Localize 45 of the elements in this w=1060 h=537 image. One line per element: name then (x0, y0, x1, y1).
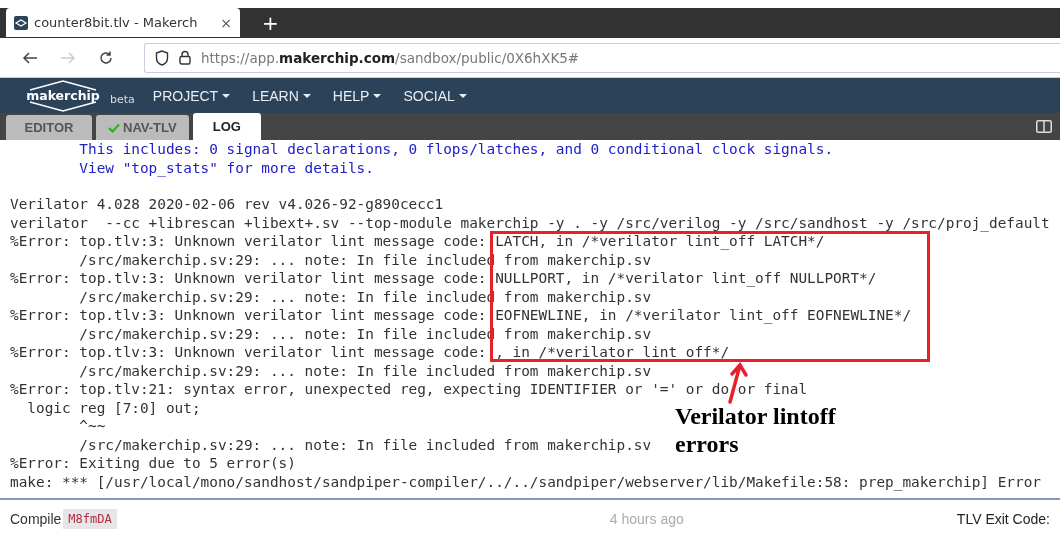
exit-code-label: TLV Exit Code: (956, 510, 1050, 527)
log-line: make: *** [/usr/local/mono/sandhost/sandpiper-compiler/../../sandpiper/webserver/lib/Makefile:58: prep_makerchip] Error (10, 472, 1041, 491)
split-view-icon[interactable] (1036, 120, 1052, 133)
log-line: %Error: top.tlv:3: Unknown verilator lint message code: LATCH, in /*verilator lint_off LATCH*/ (10, 232, 825, 251)
chip-icon (14, 15, 28, 30)
makerchip-logo[interactable]: makerchip (20, 78, 106, 113)
shield-icon (155, 49, 169, 66)
log-line: This includes: 0 signal declarations, 0 flops/latches, and 0 conditional clock signals. (78, 140, 834, 159)
log-line: %Error: top.tlv:3: Unknown verilator lint message code: , in /*verilator lint_off*/ (10, 343, 730, 362)
log-line: %Error: top.tlv:3: Unknown verilator lint message code: EOFNEWLINE, in /*verilator lint_off EOFNEWLINE*/ (10, 306, 912, 325)
caret-icon (373, 93, 382, 98)
log-line: /src/makerchip.sv:29: ... note: In file included from makerchip.sv (78, 435, 652, 454)
caret-icon (458, 93, 467, 98)
compile-time: 4 hours ago (608, 510, 684, 527)
reload-icon[interactable] (98, 49, 114, 66)
address-field[interactable]: https://app.makerchip.com/sandbox/public/0X6hXK5# (144, 42, 1060, 73)
annotation-label: Verilator lintoff errors (675, 402, 837, 458)
log-line: logic reg [7:0] out; (26, 398, 201, 417)
compile-label: Compile (10, 510, 62, 527)
menu-dropdown[interactable]: LEARN (252, 87, 311, 104)
beta-label: beta (110, 93, 135, 106)
menu-dropdown[interactable]: HELP (332, 87, 382, 104)
log-line: /src/makerchip.sv:29: ... note: In file included from makerchip.sv (78, 361, 652, 380)
caret-icon (222, 93, 231, 98)
new-tab-button[interactable]: + (262, 11, 279, 35)
lock-icon (179, 50, 191, 65)
panel-tab[interactable]: EDITOR (6, 115, 92, 140)
back-icon[interactable] (22, 50, 38, 65)
log-line: %Error: top.tlv:21: syntax error, unexpected reg, expecting IDENTIFIER or '=' or do or final (10, 380, 808, 399)
log-line: ^~~ (78, 417, 106, 436)
caret-icon (302, 93, 311, 98)
close-tab-button[interactable]: × (220, 14, 232, 31)
log-line: View "top_stats" for more details. (78, 158, 374, 177)
compile-id: M8fmDA (63, 508, 117, 529)
log-line: %Error: Exiting due to 5 error(s) (10, 454, 296, 473)
tab-title: counter8bit.tlv - Makerch (34, 15, 199, 30)
menu-dropdown[interactable]: PROJECT (152, 87, 231, 104)
url-text: https://app.makerchip.com/sandbox/public/0X6hXK5# (201, 49, 580, 66)
panel-tab[interactable]: LOG (192, 113, 261, 140)
log-line: %Error: top.tlv:3: Unknown verilator lint message code: NULLPORT, in /*verilator lint_off NULLPORT*/ (10, 269, 877, 288)
menu-dropdown[interactable]: SOCIAL (403, 87, 467, 104)
browser-tab[interactable]: counter8bit.tlv - Makerch × (6, 8, 240, 37)
panel-tab[interactable]: NAV-TLV (96, 115, 189, 140)
log-line: verilator --cc +librescan +libext+.sv --top-module makerchip -y . -y /src/verilog -y /src/sandhost -y /src/proj_default (10, 213, 1050, 232)
log-line: Verilator 4.028 2020-02-06 rev v4.026-92-g890cecc1 (10, 195, 444, 214)
